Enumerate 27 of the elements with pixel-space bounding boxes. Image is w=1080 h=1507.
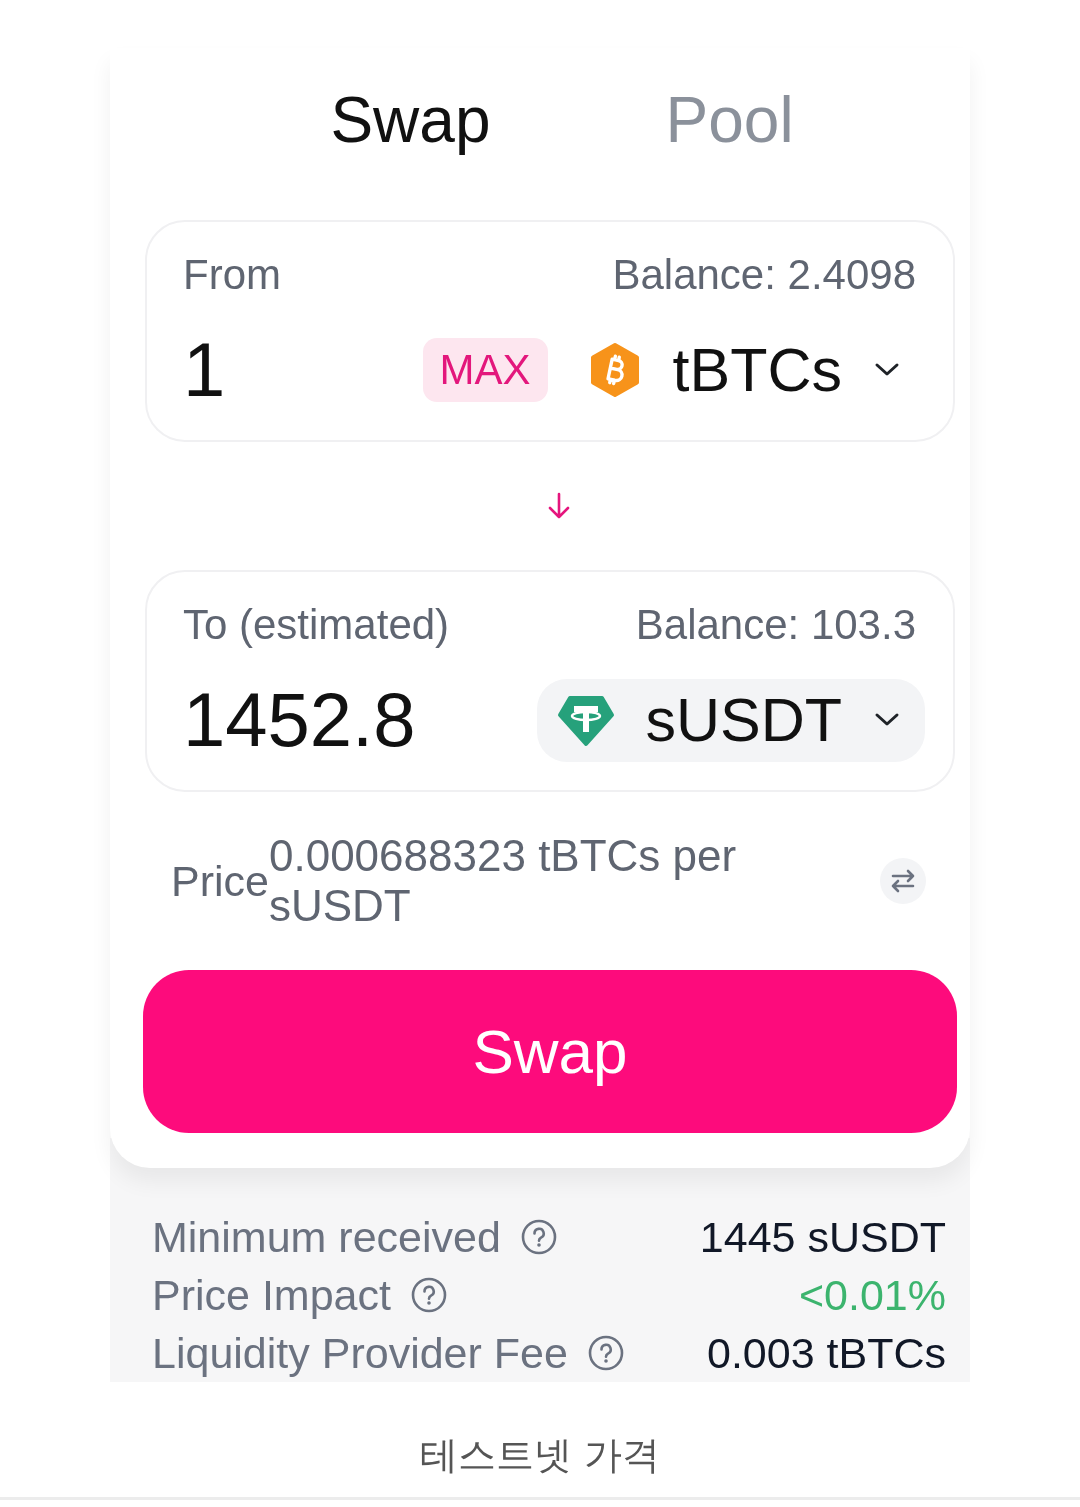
swap-button[interactable]: Swap xyxy=(143,970,957,1133)
amount-input[interactable]: 1452.8 xyxy=(183,675,416,765)
detail-value: 1445 sUSDT xyxy=(699,1212,946,1262)
swap-arrows-icon[interactable] xyxy=(880,858,926,904)
detail-value: <0.01% xyxy=(798,1270,946,1320)
help-icon[interactable] xyxy=(587,1335,624,1371)
help-icon[interactable] xyxy=(520,1219,557,1255)
detail-label: Price Impact xyxy=(152,1270,391,1320)
detail-label: Liquidity Provider Fee xyxy=(152,1328,568,1378)
balance-text: Balance: 103.3 xyxy=(635,600,916,650)
balance-text: Balance: 2.4098 xyxy=(612,250,916,300)
field-label: From xyxy=(183,250,281,300)
price-label: Price xyxy=(171,856,269,906)
amount-input[interactable]: 1 xyxy=(183,325,226,415)
field-label: To (estimated) xyxy=(183,600,450,650)
detail-label: Minimum received xyxy=(152,1212,501,1262)
tab[interactable]: Swap xyxy=(330,82,491,158)
arrow-down-icon xyxy=(547,492,571,520)
caption-text: 테스트넷 가격 xyxy=(419,1433,661,1477)
token-selector[interactable]: sUSDT xyxy=(537,678,925,762)
max-button[interactable]: MAX xyxy=(422,338,548,402)
token-selector[interactable]: tBTCs xyxy=(566,328,925,412)
price-value: 0.000688323 tBTCs per sUSDT xyxy=(268,831,738,931)
detail-value: 0.003 tBTCs xyxy=(707,1328,946,1378)
help-icon[interactable] xyxy=(410,1277,447,1313)
chevron-down-icon xyxy=(874,712,900,728)
chevron-down-icon xyxy=(874,362,900,378)
